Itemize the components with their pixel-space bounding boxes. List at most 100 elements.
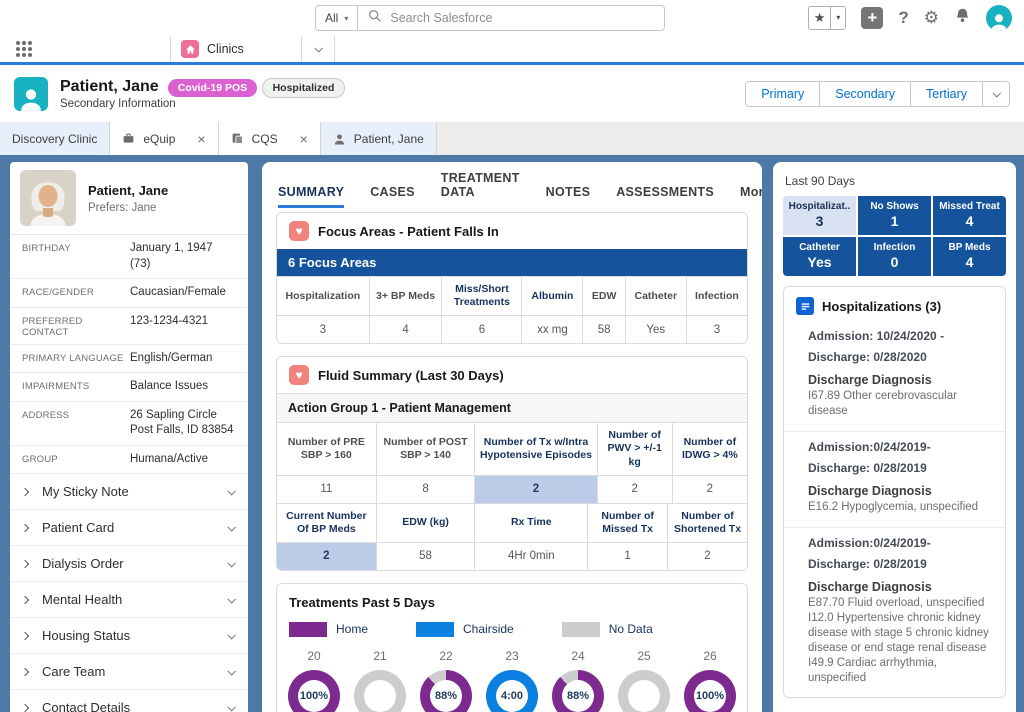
workspace-tab-cqs[interactable]: CQS× [219, 122, 321, 155]
detail-row-address: ADDRESS26 Sapling CirclePost Falls, ID 8… [10, 402, 248, 446]
section-mental-health[interactable]: Mental Health [10, 582, 248, 618]
briefcase-icon [122, 132, 135, 145]
section-label: Contact Details [42, 700, 228, 712]
treatment-donut[interactable] [354, 670, 406, 712]
badge-covid-19-pos: Covid-19 POS [168, 79, 257, 97]
tab-summary[interactable]: SUMMARY [278, 185, 344, 208]
section-housing-status[interactable]: Housing Status [10, 618, 248, 654]
tile-label: Hospitalizat.. [785, 201, 854, 212]
patient-details-list: BIRTHDAYJanuary 1, 1947 (73)RACE/GENDERC… [10, 235, 248, 474]
day-number: 20 [307, 649, 320, 663]
treatment-donut[interactable]: 100% [684, 670, 736, 712]
period-label: Last 90 Days [773, 162, 1016, 196]
close-icon[interactable]: × [197, 131, 205, 147]
section-my-sticky-note[interactable]: My Sticky Note [10, 474, 248, 510]
app-launcher-icon[interactable] [16, 41, 32, 57]
search-scope-label: All [325, 11, 338, 25]
fluid-value: 11 [277, 476, 376, 503]
action-group-title: Action Group 1 - Patient Management [277, 393, 747, 423]
fluid-col-edw-kg: EDW (kg) [376, 504, 475, 542]
nav-more-chevron[interactable] [302, 36, 335, 62]
tile-label: Missed Treat [935, 201, 1004, 212]
global-header: All ▾ ★ ▾ + ? ⚙ [0, 0, 1024, 36]
workspace-tab-patient-jane[interactable]: Patient, Jane [321, 122, 437, 155]
discharge-date: Discharge: 0/28/2020 [808, 350, 993, 364]
treatment-donut[interactable] [618, 670, 670, 712]
day-number: 21 [373, 649, 386, 663]
tab-notes[interactable]: NOTES [546, 185, 591, 208]
detail-value: 26 Sapling CirclePost Falls, ID 83854 [130, 408, 234, 439]
tab-treatment-data[interactable]: TREATMENT DATA [441, 171, 520, 208]
treatments-card: Treatments Past 5 Days HomeChairsideNo D… [276, 583, 748, 712]
treatment-day-25: 25 [611, 649, 677, 712]
patient-photo [20, 170, 76, 226]
notifications-bell-icon[interactable] [954, 7, 971, 29]
actions-dropdown-button[interactable] [982, 82, 1009, 106]
legend-chairside: Chairside [416, 622, 514, 637]
patient-page-header: Patient, Jane Covid-19 POS Hospitalized … [0, 65, 1024, 122]
favorites-control[interactable]: ★ ▾ [808, 6, 847, 30]
detail-value: English/German [130, 351, 212, 367]
search-input[interactable] [390, 11, 654, 25]
detail-value: January 1, 1947 (73) [130, 241, 236, 272]
donut-center-label [618, 670, 670, 712]
admission-date: Admission:0/24/2019- [808, 440, 993, 454]
chevron-right-icon [21, 523, 29, 531]
tertiary-button[interactable]: Tertiary [910, 82, 982, 106]
app-tab-clinics[interactable]: Clinics [170, 36, 302, 62]
fluid-col-number-of-pwv-1-kg: Number of PWV > +/-1 kg [597, 423, 672, 474]
add-icon[interactable]: + [861, 7, 883, 29]
fluid-col-number-of-idwg-4: Number of IDWG > 4% [672, 423, 747, 474]
tile-no-shows[interactable]: No Shows1 [858, 196, 931, 235]
treatment-donut[interactable]: 88% [420, 670, 472, 712]
section-dialysis-order[interactable]: Dialysis Order [10, 546, 248, 582]
section-care-team[interactable]: Care Team [10, 654, 248, 690]
tile-infection[interactable]: Infection0 [858, 237, 931, 276]
hospitalization-entries: Admission: 10/24/2020 -Discharge: 0/28/2… [784, 321, 1005, 697]
treatments-donuts: 20100%4+212288%234:002488%2526100% [277, 647, 747, 712]
user-avatar[interactable] [986, 5, 1012, 31]
detail-row-birthday: BIRTHDAYJanuary 1, 1947 (73) [10, 235, 248, 279]
treatment-donut[interactable]: 88% [552, 670, 604, 712]
focus-value: Yes [625, 316, 686, 343]
donut-center-label: 88% [552, 670, 604, 712]
close-icon[interactable]: × [300, 131, 308, 147]
setup-gear-icon[interactable]: ⚙ [924, 8, 939, 28]
tile-value: 4 [935, 213, 1004, 229]
treatment-donut[interactable]: 4:00 [486, 670, 538, 712]
star-icon[interactable]: ★ [809, 7, 831, 29]
tab-assessments[interactable]: ASSESSMENTS [616, 185, 714, 208]
section-patient-card[interactable]: Patient Card [10, 510, 248, 546]
detail-label: ADDRESS [22, 408, 130, 421]
search-scope-dropdown[interactable]: All ▾ [316, 6, 358, 30]
workspace-tab-equip[interactable]: eQuip× [110, 122, 218, 155]
section-contact-details[interactable]: Contact Details [10, 690, 248, 712]
detail-row-race-gender: RACE/GENDERCaucasian/Female [10, 279, 248, 308]
treatment-day-24: 2488% [545, 649, 611, 712]
tile-catheter[interactable]: CatheterYes [783, 237, 856, 276]
tile-bp-meds[interactable]: BP Meds4 [933, 237, 1006, 276]
donut-center-label: 88% [420, 670, 472, 712]
section-label: Dialysis Order [42, 556, 228, 571]
global-search[interactable]: All ▾ [315, 5, 665, 31]
primary-button[interactable]: Primary [746, 82, 819, 106]
tile-value: 0 [860, 254, 929, 270]
workspace-tab-discovery-clinic[interactable]: Discovery Clinic [0, 122, 110, 155]
fluid-value: 2 [474, 476, 596, 503]
caret-down-icon[interactable]: ▾ [830, 7, 845, 29]
diagnosis-label: Discharge Diagnosis [808, 484, 993, 498]
tab-more[interactable]: More [740, 185, 762, 208]
detail-value: Humana/Active [130, 452, 208, 468]
donut-center-label [354, 670, 406, 712]
treatment-donut[interactable]: 100% [288, 670, 340, 712]
detail-value: Caucasian/Female [130, 285, 226, 301]
focus-value: 3 [686, 316, 747, 343]
utility-icons: ★ ▾ + ? ⚙ [808, 5, 1012, 31]
tile-hospitalizat[interactable]: Hospitalizat..3 [783, 196, 856, 235]
status-badges: Covid-19 POS Hospitalized [168, 78, 346, 96]
help-icon[interactable]: ? [898, 8, 908, 28]
tile-missed-treat[interactable]: Missed Treat4 [933, 196, 1006, 235]
chevron-down-icon [227, 703, 235, 711]
tab-cases[interactable]: CASES [370, 185, 415, 208]
secondary-button[interactable]: Secondary [819, 82, 910, 106]
